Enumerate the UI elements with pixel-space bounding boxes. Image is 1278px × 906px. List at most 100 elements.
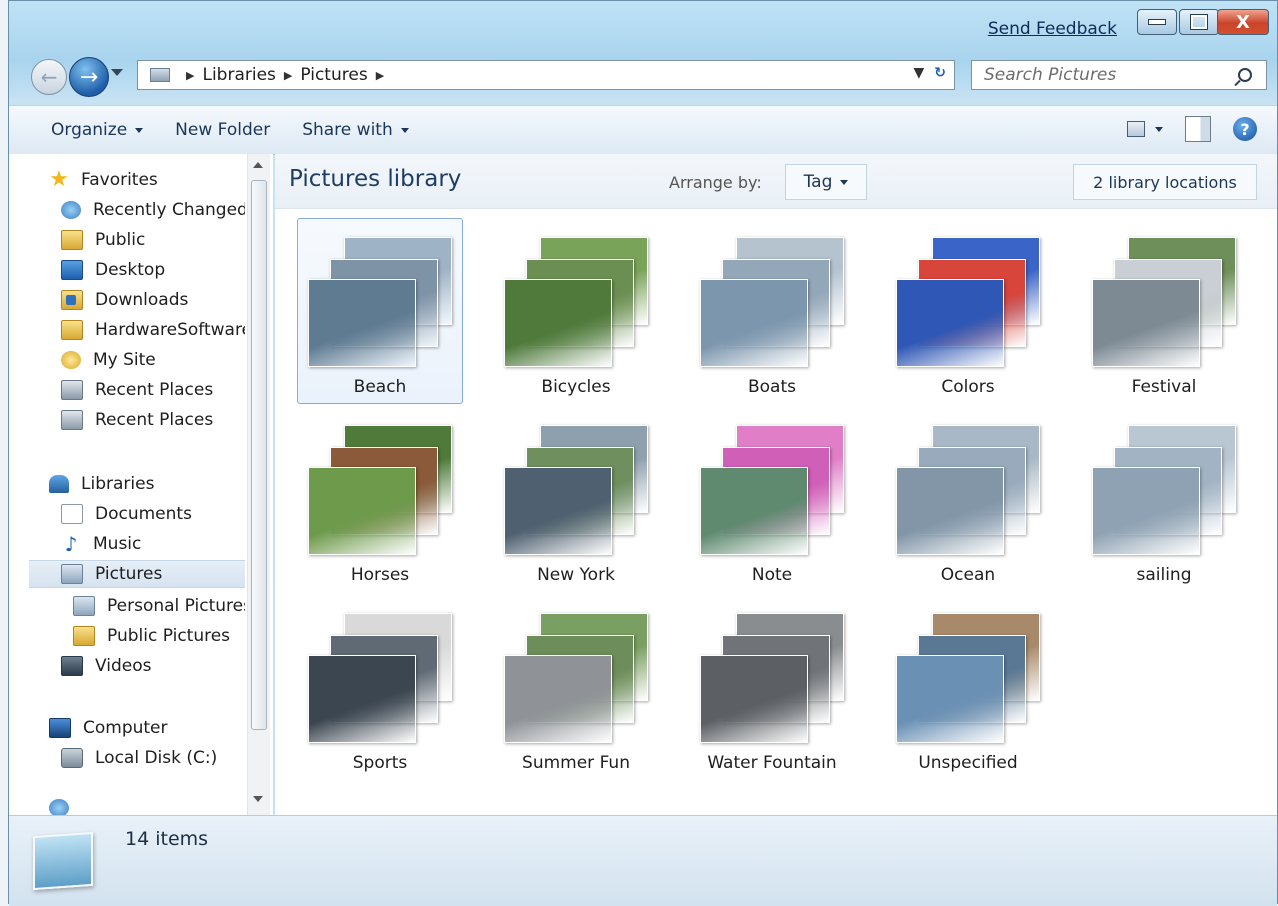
- photo-stack-thumbnail: [504, 417, 650, 557]
- search-input[interactable]: Search Pictures: [984, 65, 1238, 85]
- organize-menu[interactable]: Organize: [51, 120, 144, 140]
- folder-tile-label: Beach: [353, 377, 407, 397]
- folder-tile[interactable]: Festival: [1081, 218, 1247, 404]
- address-bar[interactable]: ▶ Libraries ▶ Pictures ▶ ▼ ↻: [137, 60, 955, 90]
- photo-thumbnail: [896, 279, 1004, 367]
- breadcrumb-libraries[interactable]: Libraries: [202, 65, 275, 85]
- arrange-by-dropdown[interactable]: Tag: [785, 164, 867, 200]
- nav-hardwaresoftware[interactable]: HardwareSoftware: [61, 316, 245, 344]
- send-feedback-link[interactable]: Send Feedback: [988, 19, 1117, 39]
- library-header: Pictures library Arrange by: Tag 2 libra…: [275, 154, 1277, 209]
- breadcrumb-separator[interactable]: ▶: [284, 69, 292, 82]
- library-locations-button[interactable]: 2 library locations: [1073, 164, 1257, 200]
- nav-label: Downloads: [95, 290, 189, 310]
- folder-tile[interactable]: Ocean: [885, 406, 1051, 592]
- help-icon[interactable]: ?: [1233, 117, 1257, 141]
- folder-tile-label: Horses: [350, 565, 410, 585]
- folder-tile[interactable]: Summer Fun: [493, 594, 659, 780]
- folder-tile[interactable]: Unspecified: [885, 594, 1051, 780]
- photo-stack-thumbnail: [1092, 417, 1238, 557]
- pictures-library-icon: [33, 831, 93, 891]
- nav-favorites[interactable]: ★ Favorites: [49, 166, 245, 194]
- nav-computer[interactable]: Computer: [49, 714, 245, 742]
- forward-button[interactable]: →: [69, 57, 109, 97]
- new-folder-button[interactable]: New Folder: [175, 120, 270, 140]
- nav-label: Local Disk (C:): [95, 748, 218, 768]
- folder-tile-label: Summer Fun: [522, 753, 630, 773]
- content-pane: Pictures library Arrange by: Tag 2 libra…: [275, 154, 1277, 815]
- photo-thumbnail: [700, 467, 808, 555]
- close-icon: X: [1236, 11, 1250, 33]
- nav-videos[interactable]: Videos: [61, 652, 245, 680]
- scroll-up-arrow-icon[interactable]: [253, 162, 263, 168]
- nav-recently-changed[interactable]: Recently Changed: [61, 196, 245, 224]
- nav-label: Recent Places: [95, 380, 214, 400]
- folder-tile[interactable]: Note: [689, 406, 855, 592]
- nav-my-site[interactable]: My Site: [61, 346, 245, 374]
- search-icon[interactable]: [1238, 68, 1252, 82]
- details-pane: 14 items: [9, 815, 1277, 906]
- nav-documents[interactable]: Documents: [61, 500, 245, 528]
- folder-tile[interactable]: Water Fountain: [689, 594, 855, 780]
- nav-network[interactable]: [49, 794, 245, 815]
- refresh-icon[interactable]: ↻: [934, 65, 946, 81]
- recent-places-icon: [61, 410, 83, 430]
- navigation-pane: ★ Favorites Recently Changed Public Deskt…: [9, 154, 273, 815]
- photo-thumbnail: [308, 467, 416, 555]
- command-bar: Organize New Folder Share with ?: [9, 105, 1277, 155]
- nav-public[interactable]: Public: [61, 226, 245, 254]
- folder-tile-label: New York: [537, 565, 615, 585]
- nav-label: Public Pictures: [107, 626, 231, 646]
- preview-pane-icon[interactable]: [1185, 116, 1211, 142]
- folder-tile[interactable]: Beach: [297, 218, 463, 404]
- disk-icon: [61, 748, 83, 768]
- desktop-icon: [61, 260, 83, 280]
- folder-tile[interactable]: Bicycles: [493, 218, 659, 404]
- breadcrumb-separator[interactable]: ▶: [376, 69, 384, 82]
- scroll-thumb[interactable]: [251, 180, 267, 730]
- nav-downloads[interactable]: Downloads: [61, 286, 245, 314]
- view-icon: [1127, 121, 1145, 137]
- folder-tile[interactable]: Colors: [885, 218, 1051, 404]
- photo-stack-thumbnail: [700, 417, 846, 557]
- close-button[interactable]: X: [1217, 9, 1269, 35]
- nav-label: Favorites: [81, 170, 158, 190]
- folder-tile-label: Note: [751, 565, 793, 585]
- nav-local-disk[interactable]: Local Disk (C:): [61, 744, 245, 772]
- breadcrumb-pictures[interactable]: Pictures: [300, 65, 367, 85]
- folder-tile-label: Sports: [352, 753, 408, 773]
- nav-personal-pictures[interactable]: Personal Pictures: [73, 592, 245, 620]
- folder-tile[interactable]: Boats: [689, 218, 855, 404]
- nav-libraries[interactable]: Libraries: [49, 470, 245, 498]
- maximize-button[interactable]: [1179, 9, 1219, 35]
- photo-stack-thumbnail: [308, 605, 454, 745]
- nav-label: Desktop: [95, 260, 166, 280]
- nav-label: Computer: [83, 718, 168, 738]
- folder-tile[interactable]: Horses: [297, 406, 463, 592]
- nav-recent-places[interactable]: Recent Places: [61, 376, 245, 404]
- forward-arrow-icon: →: [79, 64, 99, 90]
- nav-desktop[interactable]: Desktop: [61, 256, 245, 284]
- recent-places-icon: [61, 380, 83, 400]
- chevron-down-icon: [1155, 126, 1163, 132]
- folder-tile-label: Water Fountain: [707, 753, 837, 773]
- scroll-down-arrow-icon[interactable]: [253, 796, 263, 802]
- address-history-dropdown[interactable]: ▼: [913, 65, 924, 81]
- back-button[interactable]: ←: [31, 59, 67, 95]
- folder-tile[interactable]: sailing: [1081, 406, 1247, 592]
- nav-recent-places[interactable]: Recent Places: [61, 406, 245, 434]
- change-view-button[interactable]: [1127, 121, 1163, 137]
- pictures-folder-icon: [73, 596, 95, 616]
- nav-music[interactable]: ♪ Music: [61, 530, 245, 558]
- minimize-button[interactable]: [1137, 9, 1177, 35]
- nav-public-pictures[interactable]: Public Pictures: [73, 622, 245, 650]
- nav-scrollbar[interactable]: [247, 154, 270, 815]
- folder-tile[interactable]: Sports: [297, 594, 463, 780]
- share-with-menu[interactable]: Share with: [302, 120, 409, 140]
- recent-pages-dropdown[interactable]: [111, 69, 123, 76]
- public-pictures-icon: [73, 626, 95, 646]
- breadcrumb-separator[interactable]: ▶: [186, 69, 194, 82]
- nav-pictures[interactable]: Pictures: [29, 560, 245, 588]
- search-box[interactable]: Search Pictures: [971, 60, 1267, 90]
- folder-tile[interactable]: New York: [493, 406, 659, 592]
